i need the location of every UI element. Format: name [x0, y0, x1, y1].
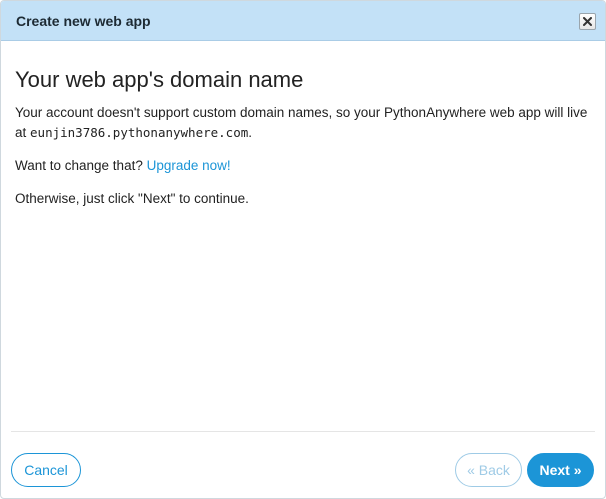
- upgrade-prompt: Want to change that? Upgrade now!: [15, 156, 595, 176]
- upgrade-now-link[interactable]: Upgrade now!: [147, 158, 231, 173]
- close-button[interactable]: [579, 13, 596, 30]
- dialog-content: Your web app's domain name Your account …: [15, 65, 595, 209]
- domain-info-text: Your account doesn't support custom doma…: [15, 103, 595, 143]
- create-web-app-dialog: Create new web app Your web app's domain…: [0, 0, 606, 499]
- next-button[interactable]: Next »: [527, 453, 594, 487]
- page-heading: Your web app's domain name: [15, 67, 304, 92]
- footer-divider: [11, 431, 595, 432]
- domain-info-suffix: .: [248, 125, 253, 140]
- dialog-titlebar: Create new web app: [1, 1, 605, 41]
- back-button[interactable]: « Back: [455, 453, 522, 487]
- close-icon: [583, 17, 592, 26]
- upgrade-prompt-text: Want to change that?: [15, 158, 147, 173]
- continue-instruction: Otherwise, just click "Next" to continue…: [15, 191, 249, 206]
- domain-name: eunjin3786.pythonanywhere.com: [30, 125, 249, 140]
- cancel-button[interactable]: Cancel: [11, 453, 81, 487]
- dialog-title: Create new web app: [16, 13, 151, 29]
